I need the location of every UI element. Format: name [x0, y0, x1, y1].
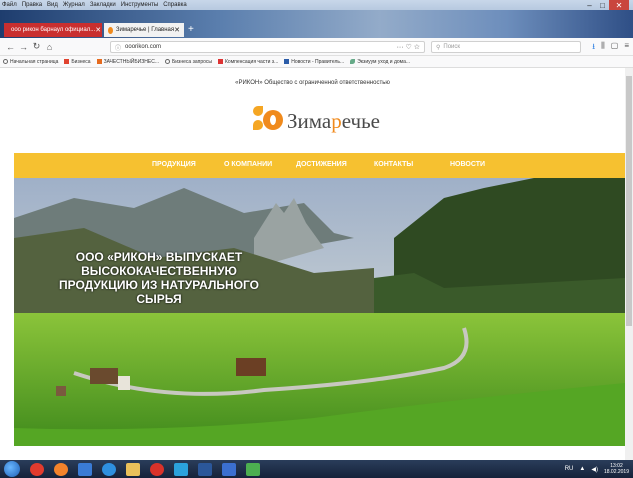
search-input[interactable]: ⚲ Поиск	[431, 41, 581, 53]
word-icon[interactable]	[198, 462, 212, 476]
navigation-toolbar: ← → ↻ ⌂ ⓘ ooorikon.com ··· ♡ ☆ ⚲ Поиск ⭳…	[0, 38, 633, 56]
forward-icon[interactable]: →	[17, 42, 30, 52]
reload-icon[interactable]: ↻	[30, 41, 43, 52]
hero-banner: ООО «РИКОН» ВЫПУСКАЕТ ВЫСОКОКАЧЕСТВЕННУЮ…	[14, 178, 625, 446]
windows-taskbar: RU ▲ ◀) 13:02 18.02.2019	[0, 460, 633, 478]
folder-icon[interactable]	[126, 462, 140, 476]
start-button-icon[interactable]	[4, 461, 20, 477]
nav-about[interactable]: О КОМПАНИИ	[224, 161, 272, 168]
menu-file[interactable]: Файл	[2, 2, 17, 8]
nav-news[interactable]: НОВОСТИ	[450, 161, 485, 168]
page-actions-icon[interactable]: ··· ♡ ☆	[397, 43, 420, 51]
globe-icon	[164, 59, 170, 64]
scrollbar-thumb[interactable]	[626, 76, 632, 326]
menu-view[interactable]: Вид	[47, 2, 58, 8]
bookmark-item[interactable]: Бизнеса запросы	[164, 58, 212, 65]
hamburger-menu-icon[interactable]: ≡	[624, 41, 629, 55]
bookmark-item[interactable]: ЗАЧЕСТНЫЙБИЗНЕС...	[96, 58, 159, 65]
toolbar-right: ⭳ ⫼ ▢ ≡	[592, 41, 629, 55]
menu-help[interactable]: Справка	[163, 2, 187, 8]
site-favicon-icon	[108, 26, 113, 34]
language-indicator[interactable]: RU	[565, 466, 574, 472]
bookmark-label: Экзиуум уход и дома...	[357, 58, 411, 65]
firefox-icon[interactable]	[54, 462, 68, 476]
internet-explorer-icon[interactable]	[102, 462, 116, 476]
url-text: ooorikon.com	[125, 44, 162, 50]
bookmark-label: Новости - Правитель...	[291, 58, 345, 65]
landscape-image	[14, 178, 625, 446]
yandex-browser-icon[interactable]	[30, 462, 44, 476]
menu-bar: Файл Правка Вид Журнал Закладки Инструме…	[0, 0, 633, 10]
image-viewer-icon[interactable]	[246, 462, 260, 476]
home-icon[interactable]: ⌂	[43, 42, 56, 52]
back-icon[interactable]: ←	[4, 42, 17, 52]
search-icon: ⚲	[436, 44, 441, 51]
clock-date: 18.02.2019	[603, 469, 629, 475]
new-tab-button[interactable]: +	[188, 24, 194, 35]
tab-bar: ооо рикон барнаул официал... ✕ Зимаречье…	[0, 10, 633, 38]
info-icon[interactable]: ⓘ	[115, 43, 121, 52]
system-tray: RU ▲ ◀) 13:02 18.02.2019	[565, 463, 629, 475]
volume-icon[interactable]: ◀)	[591, 466, 598, 473]
logo-text: Зимаречье	[287, 108, 380, 133]
web-page: «РИКОН» Общество с ограниченной ответств…	[0, 68, 625, 460]
url-bar[interactable]: ⓘ ooorikon.com ··· ♡ ☆	[110, 41, 425, 53]
flag-icon	[284, 59, 290, 64]
explorer-window-icon[interactable]	[78, 462, 92, 476]
clock[interactable]: 13:02 18.02.2019	[604, 463, 629, 475]
tab-label: Зимаречье | Главная	[115, 27, 175, 33]
nav-achievements[interactable]: ДОСТИЖЕНИЯ	[296, 161, 347, 168]
bookmark-label: ЗАЧЕСТНЫЙБИЗНЕС...	[103, 58, 159, 65]
bookmark-label: Начальная страница	[10, 58, 59, 65]
bookmark-item[interactable]: Компенсация части з...	[218, 59, 278, 65]
network-icon[interactable]: ▲	[579, 466, 585, 472]
bookmark-label: Бизнеса запросы	[171, 58, 212, 65]
bookmark-item[interactable]: Новости - Правитель...	[284, 59, 344, 65]
bookmark-item[interactable]: Экзиуум уход и дома...	[350, 59, 410, 65]
hero-headline: ООО «РИКОН» ВЫПУСКАЕТ ВЫСОКОКАЧЕСТВЕННУЮ…	[58, 250, 260, 306]
notes-icon[interactable]	[222, 462, 236, 476]
tab-search[interactable]: ооо рикон барнаул официал... ✕	[4, 23, 102, 37]
leaf-icon	[350, 59, 356, 64]
menu-history[interactable]: Журнал	[63, 2, 85, 8]
search-placeholder: Поиск	[443, 44, 461, 50]
nav-contacts[interactable]: КОНТАКТЫ	[374, 161, 413, 168]
tab-zimarechye[interactable]: Зимаречье | Главная ✕	[104, 23, 184, 37]
tab-label: ооо рикон барнаул официал...	[11, 27, 96, 33]
bookmark-item[interactable]: Бизнеса	[64, 58, 91, 65]
page-scrollbar[interactable]	[625, 68, 633, 460]
menu-bookmarks[interactable]: Закладки	[90, 2, 116, 8]
bookmarks-bar: Начальная страница Бизнеса ЗАЧЕСТНЫЙБИЗН…	[0, 56, 633, 68]
flag-icon	[96, 59, 102, 64]
logo-mark-icon	[253, 106, 283, 136]
globe-icon	[3, 59, 8, 64]
flag-icon	[218, 59, 223, 64]
nav-products[interactable]: ПРОДУКЦИЯ	[152, 161, 196, 168]
download-icon[interactable]: ⭳	[592, 41, 595, 55]
sidebar-icon[interactable]: ▢	[611, 41, 619, 55]
bookmark-label: Компенсация части з...	[225, 58, 279, 65]
company-tagline: «РИКОН» Общество с ограниченной ответств…	[235, 80, 390, 86]
menu-tools[interactable]: Инструменты	[121, 2, 158, 8]
bookmark-item[interactable]: Начальная страница	[3, 59, 58, 65]
site-logo[interactable]: Зимаречье	[253, 106, 380, 136]
close-tab-icon[interactable]: ✕	[174, 26, 180, 34]
site-navigation: ПРОДУКЦИЯ О КОМПАНИИ ДОСТИЖЕНИЯ КОНТАКТЫ…	[14, 153, 625, 178]
yandex-icon[interactable]	[150, 462, 164, 476]
bookmark-label: Бизнеса	[71, 58, 91, 65]
library-icon[interactable]: ⫼	[601, 41, 605, 55]
telegram-icon[interactable]	[174, 462, 188, 476]
flag-icon	[64, 59, 70, 64]
menu-edit[interactable]: Правка	[22, 2, 42, 8]
close-tab-icon[interactable]: ✕	[95, 26, 101, 34]
